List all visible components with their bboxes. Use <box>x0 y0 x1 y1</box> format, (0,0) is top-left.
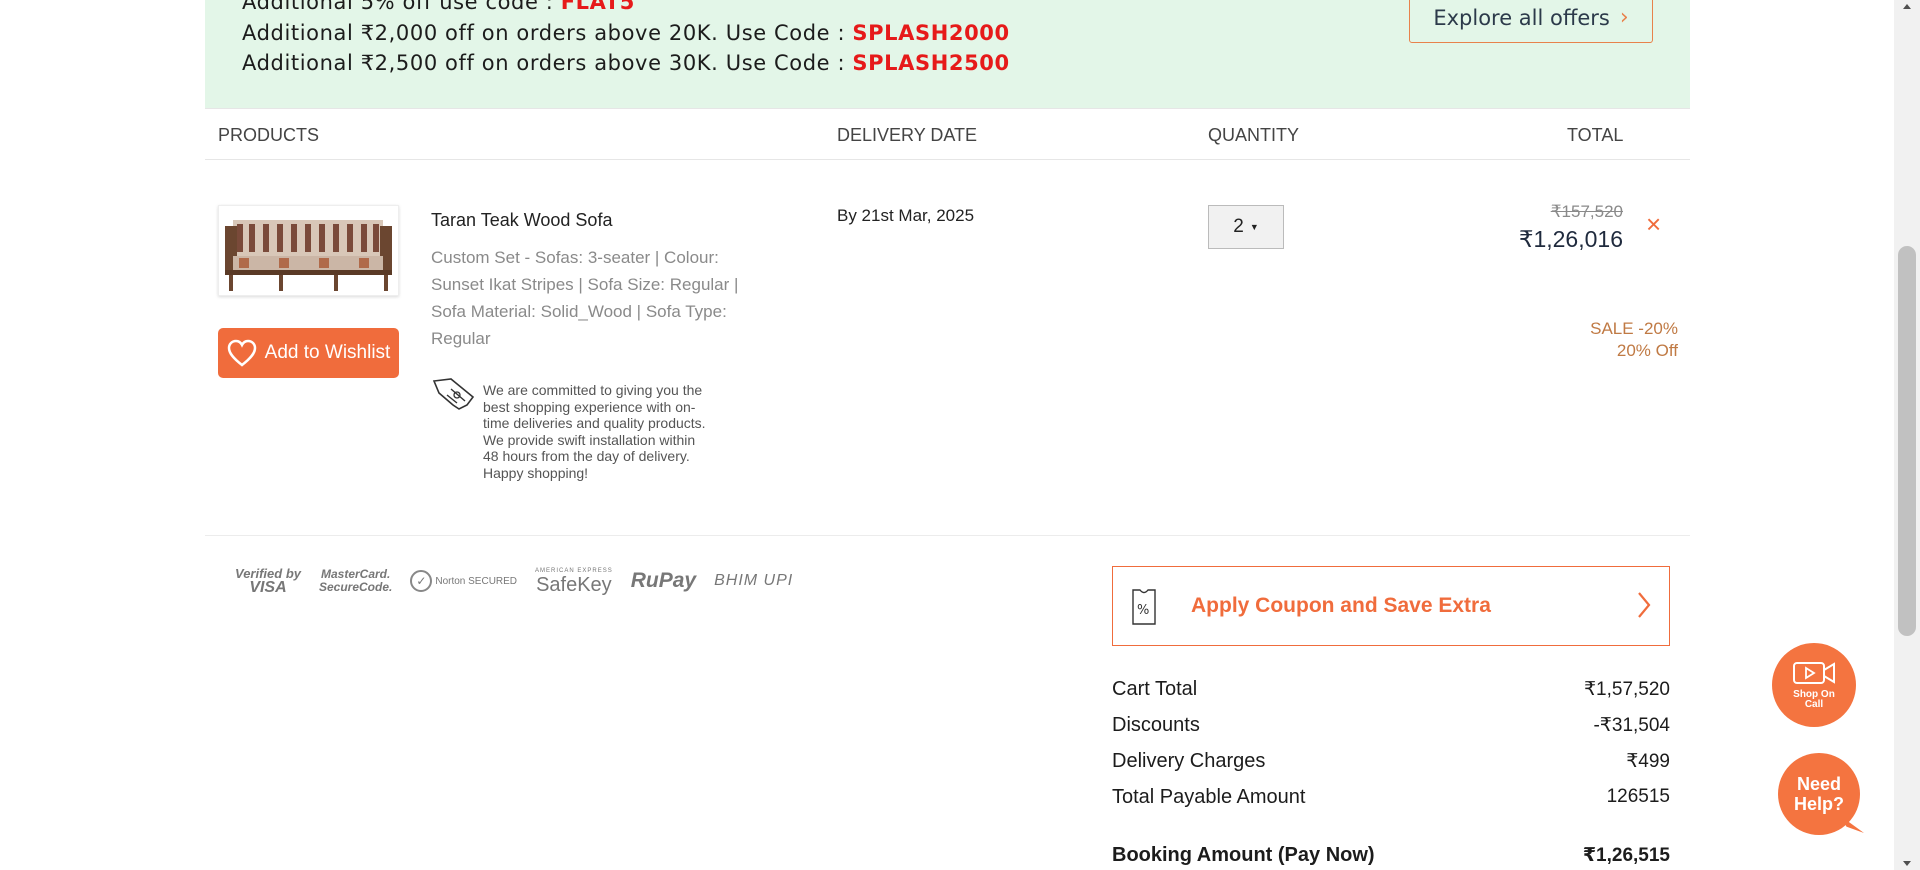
offer-line: Additional 5% off use code : FLAT5 <box>242 0 635 14</box>
header-delivery-date: DELIVERY DATE <box>837 125 978 145</box>
checkmark-icon: ✓ <box>410 570 433 592</box>
header-quantity: QUANTITY <box>1208 125 1300 145</box>
offer-line: Additional ₹2,000 off on orders above 20… <box>242 21 1010 45</box>
chevron-right-icon <box>1638 592 1651 618</box>
close-icon[interactable]: × <box>1646 211 1661 237</box>
summary-row-booking-amount: Booking Amount (Pay Now) ₹1,26,515 <box>1112 844 1670 870</box>
header-total: TOTAL <box>1567 125 1624 145</box>
original-price: ₹157,520 <box>1550 202 1623 221</box>
mastercard-securecode-logo: MasterCard. SecureCode. <box>319 568 392 594</box>
offer-line: Additional ₹2,500 off on orders above 30… <box>242 51 1010 75</box>
commitment-text: We are committed to giving you the best … <box>483 382 706 481</box>
cart-item-row: Add to Wishlist Taran Teak Wood Sofa Cus… <box>205 160 1690 536</box>
summary-label: Total Payable Amount <box>1112 786 1306 808</box>
sale-badge: SALE -20% 20% Off <box>1590 318 1678 362</box>
delivery-date: By 21st Mar, 2025 <box>837 206 975 225</box>
summary-value: -₹31,504 <box>1593 715 1670 736</box>
amex-safekey-logo: AMERICAN EXPRESS SafeKey <box>535 568 613 595</box>
summary-value: ₹499 <box>1626 751 1670 772</box>
offer-text: Additional 5% off use code : <box>242 0 561 14</box>
summary-row-discounts: Discounts -₹31,504 <box>1112 714 1670 750</box>
wishlist-label: Add to Wishlist <box>264 342 391 363</box>
summary-value: ₹1,57,520 <box>1583 679 1670 700</box>
booking-label: Booking Amount (Pay Now) <box>1112 844 1375 866</box>
summary-value: 126515 <box>1606 786 1670 807</box>
summary-label: Cart Total <box>1112 678 1198 700</box>
sofa-image <box>219 206 398 295</box>
booking-value: ₹1,26,515 <box>1582 845 1670 866</box>
quantity-value: 2 <box>1233 216 1244 237</box>
caret-down-icon: ▼ <box>1249 222 1259 232</box>
summary-row-total-payable: Total Payable Amount 126515 <box>1112 786 1670 822</box>
shop-on-call-line2: Call <box>1804 699 1824 710</box>
offer-code: FLAT5 <box>560 0 636 14</box>
offer-code: SPLASH2000 <box>852 21 1010 45</box>
apply-coupon-button[interactable]: % Apply Coupon and Save Extra <box>1112 566 1670 646</box>
explore-all-offers-button[interactable]: Explore all offers › <box>1409 0 1653 43</box>
video-call-icon <box>1793 662 1835 684</box>
offer-code: SPLASH2500 <box>852 51 1010 75</box>
scrollbar-thumb[interactable] <box>1898 246 1916 636</box>
coupon-icon: % <box>1132 589 1156 625</box>
visa-bottom: VISA <box>249 579 287 596</box>
norton-text: Norton SECURED <box>435 575 518 587</box>
shop-on-call-button[interactable]: Shop On Call <box>1772 643 1856 727</box>
svg-text:%: % <box>1137 603 1149 618</box>
header-products: PRODUCTS <box>218 125 320 145</box>
vertical-scrollbar[interactable] <box>1894 0 1920 870</box>
offers-banner: Additional 5% off use code : FLAT5 Addit… <box>205 0 1690 108</box>
summary-label: Delivery Charges <box>1112 750 1266 772</box>
verified-by-visa-logo: Verified by VISA <box>235 567 301 596</box>
need-help-label: Need Help? <box>1793 774 1844 814</box>
quantity-select[interactable]: 2 ▼ <box>1208 205 1284 249</box>
bhim-upi-logo: BHIM UPI <box>714 572 794 589</box>
norton-secured-logo: ✓ Norton SECURED <box>410 570 517 592</box>
mc-bottom: SecureCode. <box>318 580 393 594</box>
offer-text: Additional ₹2,500 off on orders above 30… <box>242 51 853 75</box>
chevron-right-icon: › <box>1619 5 1629 30</box>
summary-row-cart-total: Cart Total ₹1,57,520 <box>1112 678 1670 714</box>
payment-logos: Verified by VISA MasterCard. SecureCode.… <box>235 563 793 599</box>
add-to-wishlist-button[interactable]: Add to Wishlist <box>218 328 399 378</box>
off-label: 20% Off <box>1616 341 1678 360</box>
offer-text: Additional ₹2,000 off on orders above 20… <box>242 21 853 45</box>
explore-label: Explore all offers <box>1433 5 1610 30</box>
sale-label: SALE -20% <box>1590 319 1678 338</box>
summary-label: Discounts <box>1112 714 1200 736</box>
shop-on-call-label: Shop On Call <box>1793 690 1835 710</box>
delivery-hand-icon <box>432 378 475 410</box>
heart-icon <box>227 339 256 367</box>
cart-table-header: PRODUCTS DELIVERY DATE QUANTITY TOTAL <box>205 108 1690 160</box>
summary-row-delivery-charges: Delivery Charges ₹499 <box>1112 750 1670 786</box>
coupon-label: Apply Coupon and Save Extra <box>1191 594 1491 617</box>
product-description: Custom Set - Sofas: 3-seater | Colour: S… <box>431 248 739 348</box>
product-name[interactable]: Taran Teak Wood Sofa <box>431 210 612 231</box>
rupay-logo: RuPay <box>630 569 697 592</box>
product-thumbnail[interactable] <box>218 205 399 296</box>
cart-page: Additional 5% off use code : FLAT5 Addit… <box>205 0 1690 870</box>
scroll-up-arrow-icon[interactable] <box>1903 4 1911 9</box>
order-summary: Cart Total ₹1,57,520 Discounts -₹31,504 … <box>1112 678 1670 870</box>
final-price: ₹1,26,016 <box>1518 226 1623 252</box>
scroll-down-arrow-icon[interactable] <box>1903 861 1911 866</box>
need-help-button[interactable]: Need Help? <box>1778 753 1860 835</box>
safekey-text: SafeKey <box>536 573 612 596</box>
